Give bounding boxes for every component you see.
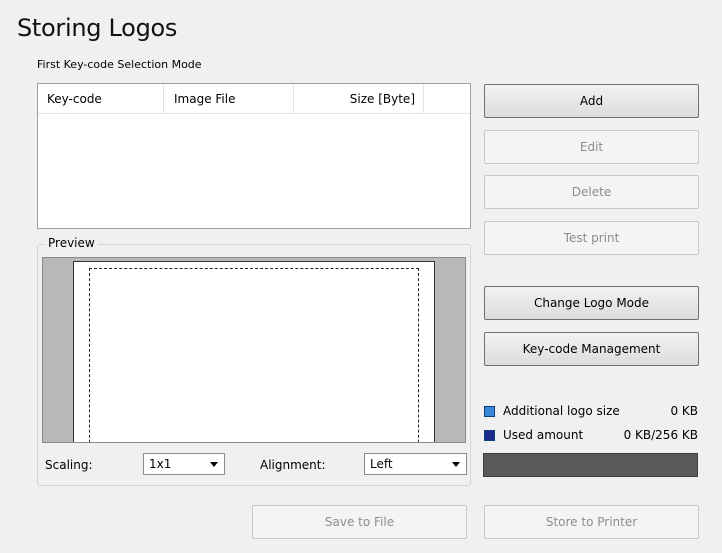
used-amount-label: Used amount bbox=[503, 428, 584, 442]
save-to-file-button[interactable]: Save to File bbox=[252, 505, 467, 539]
delete-button[interactable]: Delete bbox=[484, 175, 699, 209]
list-header: Key-code Image File Size [Byte] bbox=[38, 84, 470, 114]
printable-area-outline bbox=[89, 268, 419, 442]
add-button[interactable]: Add bbox=[484, 84, 699, 118]
additional-size-label: Additional logo size bbox=[503, 404, 620, 418]
column-header-keycode[interactable]: Key-code bbox=[38, 84, 164, 114]
keycode-management-button[interactable]: Key-code Management bbox=[484, 332, 699, 366]
preview-label: Preview bbox=[45, 236, 98, 250]
used-amount-value: 0 KB/256 KB bbox=[623, 428, 698, 442]
page-title: Storing Logos bbox=[17, 14, 178, 42]
preview-canvas bbox=[42, 257, 466, 443]
used-amount-swatch bbox=[484, 430, 495, 441]
logo-list[interactable]: Key-code Image File Size [Byte] bbox=[37, 83, 471, 229]
mode-subtitle: First Key-code Selection Mode bbox=[37, 58, 202, 71]
store-to-printer-button[interactable]: Store to Printer bbox=[484, 505, 699, 539]
additional-size-swatch bbox=[484, 406, 495, 417]
change-logo-mode-button[interactable]: Change Logo Mode bbox=[484, 286, 699, 320]
chevron-down-icon bbox=[452, 462, 460, 467]
alignment-value: Left bbox=[370, 457, 393, 471]
paper-sheet bbox=[73, 261, 435, 442]
column-header-image-file[interactable]: Image File bbox=[164, 84, 294, 114]
column-header-size[interactable]: Size [Byte] bbox=[294, 84, 424, 114]
chevron-down-icon bbox=[210, 462, 218, 467]
capacity-bar bbox=[483, 453, 698, 477]
scaling-select[interactable]: 1x1 bbox=[143, 453, 225, 475]
alignment-select[interactable]: Left bbox=[364, 453, 467, 475]
scaling-label: Scaling: bbox=[45, 458, 93, 472]
test-print-button[interactable]: Test print bbox=[484, 221, 699, 255]
alignment-label: Alignment: bbox=[260, 458, 326, 472]
edit-button[interactable]: Edit bbox=[484, 130, 699, 164]
additional-size-value: 0 KB bbox=[670, 404, 698, 418]
scaling-value: 1x1 bbox=[149, 457, 172, 471]
